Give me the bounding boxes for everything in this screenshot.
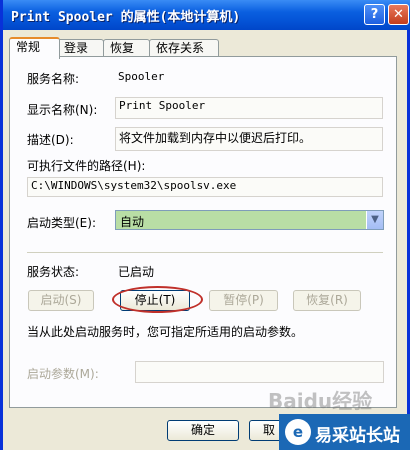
tab-logon[interactable]: 登录: [57, 39, 104, 57]
window-title: Print Spooler 的属性(本地计算机): [11, 10, 241, 25]
service-status-value: 已启动: [118, 265, 155, 279]
help-button[interactable]: ?: [364, 4, 385, 25]
exe-path-field[interactable]: C:\WINDOWS\system32\spoolsv.exe: [27, 177, 383, 197]
startup-type-select[interactable]: 自动 ▼: [115, 210, 384, 230]
highlight-ellipse: [112, 286, 203, 313]
title-bar[interactable]: Print Spooler 的属性(本地计算机) ? ✕: [3, 0, 410, 30]
properties-dialog: Print Spooler 的属性(本地计算机) ? ✕ 常规 登录 恢复 依存…: [0, 0, 410, 450]
resume-button[interactable]: 恢复(R): [293, 290, 361, 311]
description-label: 描述(D):: [27, 133, 74, 147]
startup-params-label: 启动参数(M):: [27, 367, 99, 381]
pause-button[interactable]: 暂停(P): [209, 290, 278, 311]
startup-type-value: 自动: [120, 215, 145, 229]
display-name-field[interactable]: Print Spooler: [115, 97, 383, 119]
description-field[interactable]: 将文件加载到内存中以便迟后打印。: [115, 127, 383, 151]
baidu-watermark: Baidu经验: [268, 389, 373, 413]
startup-params-field[interactable]: [135, 361, 384, 383]
service-name-value: Spooler: [118, 70, 165, 83]
general-panel: 服务名称: Spooler 显示名称(N): Print Spooler 描述(…: [9, 56, 397, 408]
tab-recovery[interactable]: 恢复: [103, 39, 150, 57]
service-name-label: 服务名称:: [27, 72, 80, 86]
site-logo-icon: e: [285, 419, 311, 445]
tab-dependencies[interactable]: 依存关系: [149, 39, 219, 57]
site-watermark: e 易采站长站: [279, 414, 410, 450]
close-button[interactable]: ✕: [388, 4, 409, 25]
display-name-label: 显示名称(N):: [27, 103, 98, 117]
startup-params-hint: 当从此处启动服务时，您可指定所适用的启动参数。: [27, 325, 304, 339]
ok-button[interactable]: 确定: [167, 420, 239, 441]
site-watermark-text: 易采站长站: [315, 426, 400, 446]
start-button[interactable]: 启动(S): [28, 290, 94, 311]
tab-general[interactable]: 常规: [9, 37, 60, 59]
divider: [27, 252, 383, 253]
exe-path-label: 可执行文件的路径(H):: [27, 159, 146, 173]
startup-type-label: 启动类型(E):: [27, 216, 96, 230]
chevron-down-icon[interactable]: ▼: [366, 211, 383, 229]
service-status-label: 服务状态:: [27, 265, 80, 279]
